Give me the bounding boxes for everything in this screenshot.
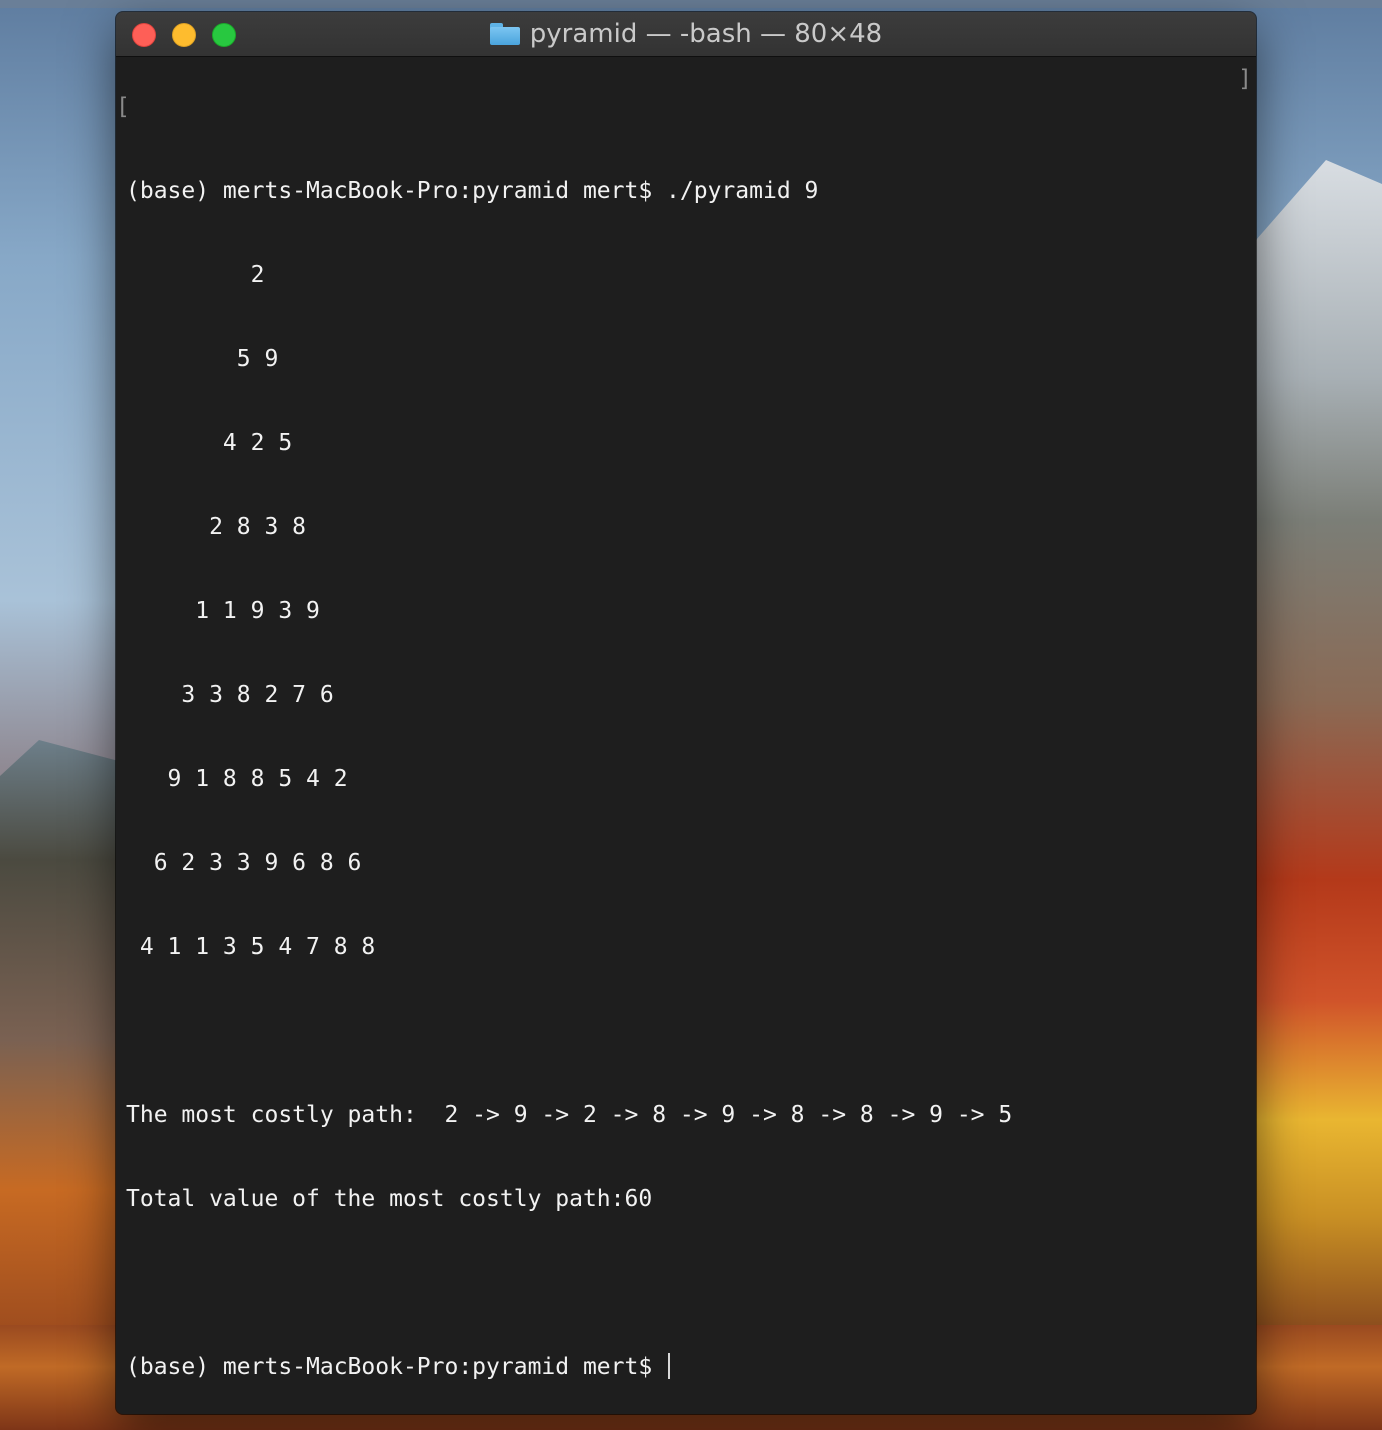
mark-bracket-left: [ (116, 94, 130, 120)
terminal-line: 2 (126, 262, 265, 288)
text-cursor (668, 1353, 671, 1379)
terminal-window: pyramid — -bash — 80×48 [ ] (base) merts… (116, 12, 1256, 1414)
terminal-line: 9 1 8 8 5 4 2 (126, 766, 348, 792)
terminal-line: The most costly path: 2 -> 9 -> 2 -> 8 -… (126, 1102, 1013, 1128)
terminal-line: 6 2 3 3 9 6 8 6 (126, 850, 362, 876)
terminal-line: Total value of the most costly path:60 (126, 1186, 653, 1212)
folder-icon (489, 23, 520, 45)
terminal-line: 5 9 (126, 346, 279, 372)
mark-bracket-right: ] (1238, 66, 1252, 92)
terminal-line: 2 8 3 8 (126, 514, 307, 540)
desktop-wallpaper-right (1242, 160, 1382, 1360)
terminal-prompt: (base) merts-MacBook-Pro:pyramid mert$ (126, 1354, 667, 1380)
terminal-output[interactable]: [ ] (base) merts-MacBook-Pro:pyramid mer… (116, 57, 1256, 1414)
window-title: pyramid — -bash — 80×48 (116, 12, 1256, 56)
terminal-prompt-line[interactable]: (base) merts-MacBook-Pro:pyramid mert$ (116, 1353, 1256, 1381)
terminal-line: 4 1 1 3 5 4 7 8 8 (126, 934, 376, 960)
menubar-strip (0, 0, 1382, 8)
terminal-line: 4 2 5 (126, 430, 293, 456)
desktop-wallpaper-left (0, 740, 130, 1340)
terminal-line: 1 1 9 3 9 (126, 598, 320, 624)
terminal-line: 3 3 8 2 7 6 (126, 682, 334, 708)
window-title-text: pyramid — -bash — 80×48 (529, 19, 883, 49)
window-titlebar[interactable]: pyramid — -bash — 80×48 (116, 12, 1256, 57)
terminal-line: (base) merts-MacBook-Pro:pyramid mert$ .… (126, 178, 819, 204)
